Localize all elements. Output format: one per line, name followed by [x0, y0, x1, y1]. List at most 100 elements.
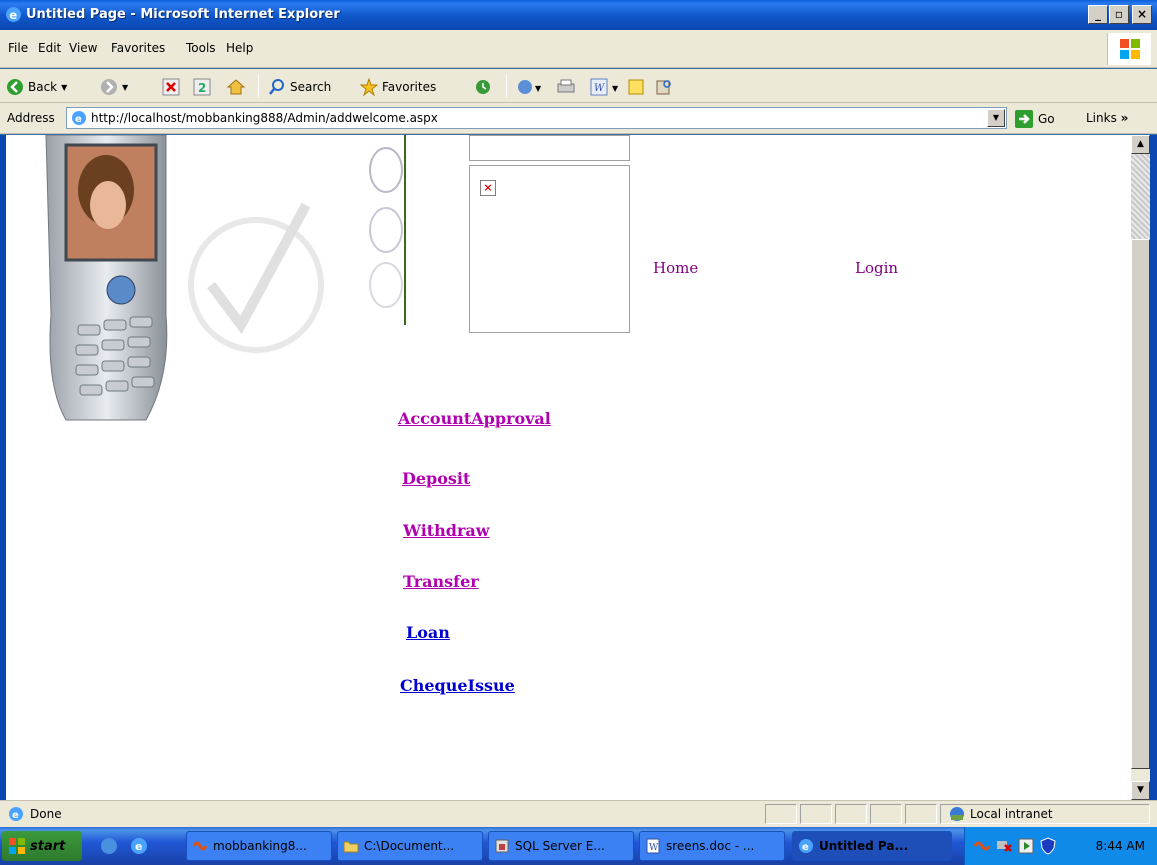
address-bar: Address e http://localhost/mobbanking888… [0, 103, 1157, 134]
task-mobbanking[interactable]: mobbanking8... [186, 831, 332, 861]
links-button[interactable]: Links » [1086, 111, 1128, 125]
window-title: Untitled Page - Microsoft Internet Explo… [26, 7, 340, 22]
scroll-thumb[interactable] [1131, 239, 1150, 769]
checkmark-decoration [188, 135, 406, 353]
ie-icon: e [6, 7, 21, 22]
toolbar: Back ▼ ▼ 2 Search Favorites ▼ W ▼ [0, 69, 1157, 103]
media-icon[interactable] [1017, 837, 1035, 855]
address-dropdown-button[interactable]: ▼ [987, 109, 1005, 127]
back-button[interactable]: Back ▼ [6, 78, 67, 96]
search-button[interactable]: Search [268, 78, 331, 96]
search-label: Search [290, 80, 332, 94]
close-button[interactable]: × [1132, 5, 1152, 24]
mail-icon[interactable]: ▼ [516, 78, 542, 96]
task-label: SQL Server E... [515, 839, 605, 853]
ie-page-icon: e [72, 111, 86, 125]
svg-text:2: 2 [198, 81, 206, 95]
menu-view[interactable]: View [69, 41, 97, 55]
go-button[interactable]: Go [1014, 109, 1055, 129]
svg-text:e: e [802, 842, 809, 853]
menu-favorites[interactable]: Favorites [111, 41, 165, 55]
menu-bar: File Edit View Favorites Tools Help [0, 30, 1157, 68]
task-label: C:\Document... [364, 839, 455, 853]
nav-home-link[interactable]: Home [653, 259, 698, 277]
cheque-issue-link[interactable]: ChequeIssue [400, 676, 515, 695]
notes-icon[interactable] [626, 78, 646, 96]
menu-help[interactable]: Help [226, 41, 253, 55]
account-approval-link[interactable]: AccountApproval [398, 409, 551, 428]
svg-text:e: e [12, 810, 19, 821]
broken-image-icon: × [480, 180, 496, 196]
svg-text:W: W [649, 843, 659, 853]
menu-edit[interactable]: Edit [38, 41, 61, 55]
task-documents[interactable]: C:\Document... [337, 831, 483, 861]
ie-quicklaunch-icon[interactable]: e [130, 837, 148, 855]
svg-text:e: e [9, 8, 17, 22]
forward-arrow-icon [101, 79, 117, 95]
refresh-icon[interactable]: 2 [193, 78, 211, 96]
search-icon [269, 79, 284, 95]
task-label: sreens.doc - ... [666, 839, 755, 853]
network-icon[interactable] [995, 837, 1013, 855]
home-icon[interactable] [226, 78, 246, 96]
word-edit-icon[interactable]: W ▼ [590, 78, 620, 96]
deposit-link[interactable]: Deposit [402, 469, 470, 488]
word-icon: W [646, 838, 660, 854]
clock: 8:44 AM [1095, 839, 1145, 853]
svg-text:▼: ▼ [612, 84, 619, 93]
intranet-icon [950, 807, 964, 821]
svg-text:W: W [594, 83, 605, 94]
vs-icon [192, 841, 208, 851]
transfer-link[interactable]: Transfer [403, 572, 479, 591]
forward-button[interactable]: ▼ [100, 78, 128, 96]
favorites-button[interactable]: Favorites [360, 78, 436, 96]
minimize-button[interactable]: _ [1088, 5, 1108, 24]
maximize-button[interactable]: ▫ [1109, 5, 1129, 24]
image-box: × [469, 165, 630, 333]
start-label: start [30, 838, 66, 854]
back-arrow-icon [7, 79, 23, 95]
desktop-icon[interactable] [100, 837, 118, 855]
research-icon[interactable] [654, 78, 674, 96]
page-viewport: × Home Login AccountApproval Deposit Wit… [6, 135, 1131, 800]
svg-text:e: e [75, 114, 82, 125]
ie-icon: e [799, 839, 813, 853]
address-label: Address [7, 111, 55, 125]
task-label: Untitled Pa... [819, 839, 909, 853]
task-sql-server[interactable]: SQL Server E... [488, 831, 634, 861]
scroll-track[interactable] [1131, 154, 1150, 239]
nav-login-link[interactable]: Login [855, 259, 898, 277]
menu-tools[interactable]: Tools [186, 41, 216, 55]
folder-icon [343, 841, 359, 853]
withdraw-link[interactable]: Withdraw [403, 521, 490, 540]
task-ie-untitled[interactable]: e Untitled Pa... [792, 831, 952, 861]
svg-text:e: e [135, 840, 142, 853]
address-url: http://localhost/mobbanking888/Admin/add… [91, 111, 438, 125]
system-tray: 8:44 AM [964, 827, 1157, 865]
start-button[interactable]: start [2, 831, 82, 861]
ie-page-icon: e [9, 807, 23, 821]
task-word-doc[interactable]: W sreens.doc - ... [639, 831, 785, 861]
phone-image [45, 135, 168, 421]
windows-logo-icon [1107, 33, 1151, 65]
header-box [469, 135, 630, 161]
scroll-up-button[interactable]: ▲ [1131, 135, 1150, 154]
address-input[interactable]: e http://localhost/mobbanking888/Admin/a… [66, 107, 1007, 129]
back-label: Back [28, 80, 58, 94]
loan-link[interactable]: Loan [406, 623, 450, 642]
scroll-down-button[interactable]: ▼ [1131, 781, 1150, 800]
favorites-label: Favorites [382, 80, 437, 94]
print-icon[interactable] [556, 78, 576, 96]
star-icon [360, 78, 378, 96]
task-label: mobbanking8... [213, 839, 307, 853]
taskbar: start e mobbanking8... C:\Document... SQ… [0, 827, 1157, 865]
menu-file[interactable]: File [8, 41, 28, 55]
go-arrow-icon [1015, 110, 1033, 128]
vertical-scrollbar[interactable]: ▲ ▼ [1131, 135, 1150, 800]
vs-tray-icon[interactable] [973, 837, 991, 855]
stop-icon[interactable] [162, 78, 180, 96]
svg-text:▼: ▼ [535, 84, 542, 93]
history-icon[interactable] [474, 78, 492, 96]
sql-icon [495, 839, 509, 853]
shield-icon[interactable] [1039, 837, 1057, 855]
